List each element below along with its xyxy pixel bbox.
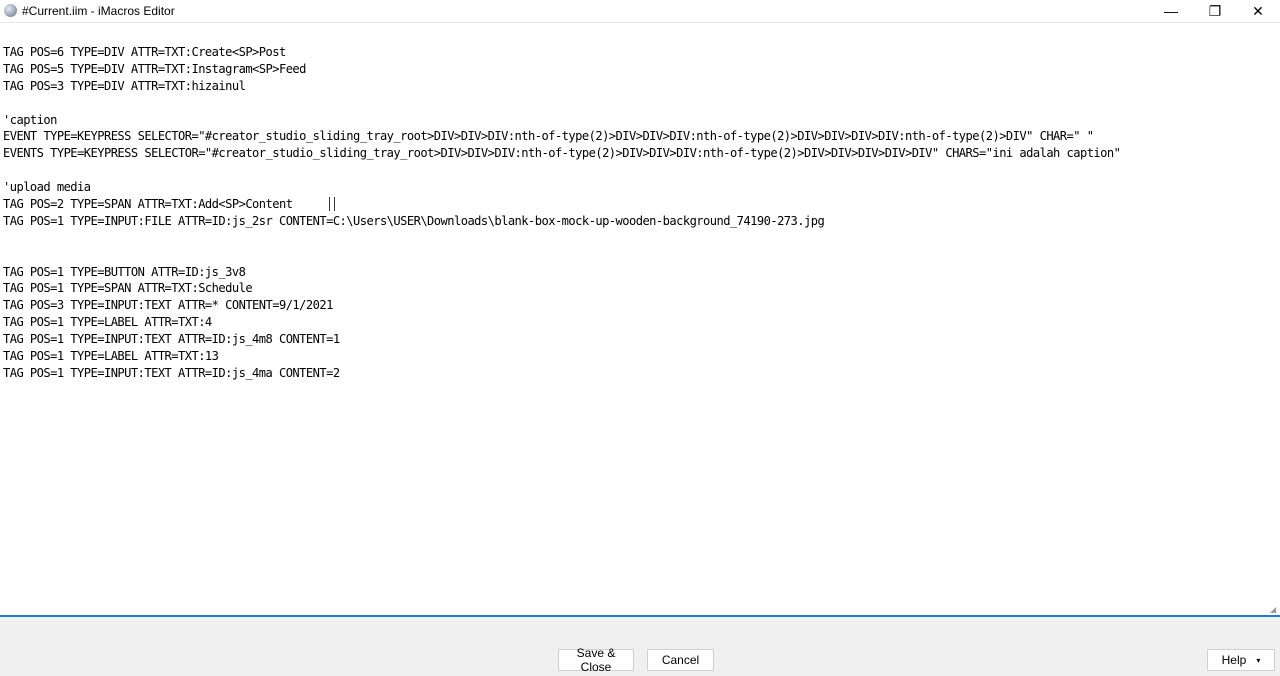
code-line[interactable] xyxy=(3,247,1120,264)
code-line[interactable]: TAG POS=1 TYPE=SPAN ATTR=TXT:Schedule xyxy=(3,280,1120,297)
help-label: Help xyxy=(1221,653,1247,667)
cancel-button[interactable]: Cancel xyxy=(647,649,714,671)
code-line[interactable]: TAG POS=1 TYPE=LABEL ATTR=TXT:13 xyxy=(3,348,1120,365)
help-button[interactable]: Help ▾ xyxy=(1207,649,1275,671)
code-line[interactable]: TAG POS=3 TYPE=DIV ATTR=TXT:hizainul xyxy=(3,78,1120,95)
code-line[interactable]: TAG POS=1 TYPE=LABEL ATTR=TXT:4 xyxy=(3,314,1120,331)
code-line[interactable]: 'upload media xyxy=(3,179,1120,196)
window-title: #Current.iim - iMacros Editor xyxy=(22,4,175,18)
code-line[interactable]: TAG POS=1 TYPE=BUTTON ATTR=ID:js_3v8 xyxy=(3,264,1120,281)
dropdown-arrow-icon: ▾ xyxy=(1256,655,1261,665)
close-icon: ✕ xyxy=(1252,2,1264,19)
restore-icon: ❐ xyxy=(1208,2,1222,19)
imacros-app-icon xyxy=(4,4,17,17)
code-line[interactable]: TAG POS=6 TYPE=DIV ATTR=TXT:Create<SP>Po… xyxy=(3,44,1120,61)
maximize-button[interactable]: ❐ xyxy=(1193,0,1237,22)
close-button[interactable]: ✕ xyxy=(1236,0,1280,22)
footer-bar: Save & Close Cancel Help ▾ xyxy=(0,617,1280,676)
code-line[interactable]: TAG POS=2 TYPE=SPAN ATTR=TXT:Add<SP>Cont… xyxy=(3,196,1120,213)
code-line[interactable]: 'caption xyxy=(3,112,1120,129)
code-line[interactable]: TAG POS=5 TYPE=DIV ATTR=TXT:Instagram<SP… xyxy=(3,61,1120,78)
code-line[interactable]: TAG POS=1 TYPE=INPUT:TEXT ATTR=ID:js_4m8… xyxy=(3,331,1120,348)
code-line[interactable] xyxy=(3,95,1120,112)
macro-code-editor[interactable]: TAG POS=6 TYPE=DIV ATTR=TXT:Create<SP>Po… xyxy=(0,22,1280,616)
title-bar: #Current.iim - iMacros Editor — ❐ ✕ xyxy=(0,0,1280,22)
code-line[interactable]: TAG POS=3 TYPE=INPUT:TEXT ATTR=* CONTENT… xyxy=(3,297,1120,314)
code-line[interactable]: EVENTS TYPE=KEYPRESS SELECTOR="#creator_… xyxy=(3,145,1121,162)
resize-grip-icon[interactable]: ◢ xyxy=(1270,606,1278,614)
minimize-button[interactable]: — xyxy=(1149,0,1193,22)
code-text[interactable]: TAG POS=6 TYPE=DIV ATTR=TXT:Create<SP>Po… xyxy=(3,44,1121,382)
code-line[interactable]: EVENT TYPE=KEYPRESS SELECTOR="#creator_s… xyxy=(3,128,1120,145)
minimize-icon: — xyxy=(1164,3,1178,19)
save-close-button[interactable]: Save & Close xyxy=(558,646,634,674)
code-line[interactable] xyxy=(3,230,1120,247)
text-cursor-icon xyxy=(329,197,335,211)
code-line[interactable]: TAG POS=1 TYPE=INPUT:FILE ATTR=ID:js_2sr… xyxy=(3,213,1120,230)
code-line[interactable] xyxy=(3,162,1120,179)
code-line[interactable]: TAG POS=1 TYPE=INPUT:TEXT ATTR=ID:js_4ma… xyxy=(3,365,1120,382)
